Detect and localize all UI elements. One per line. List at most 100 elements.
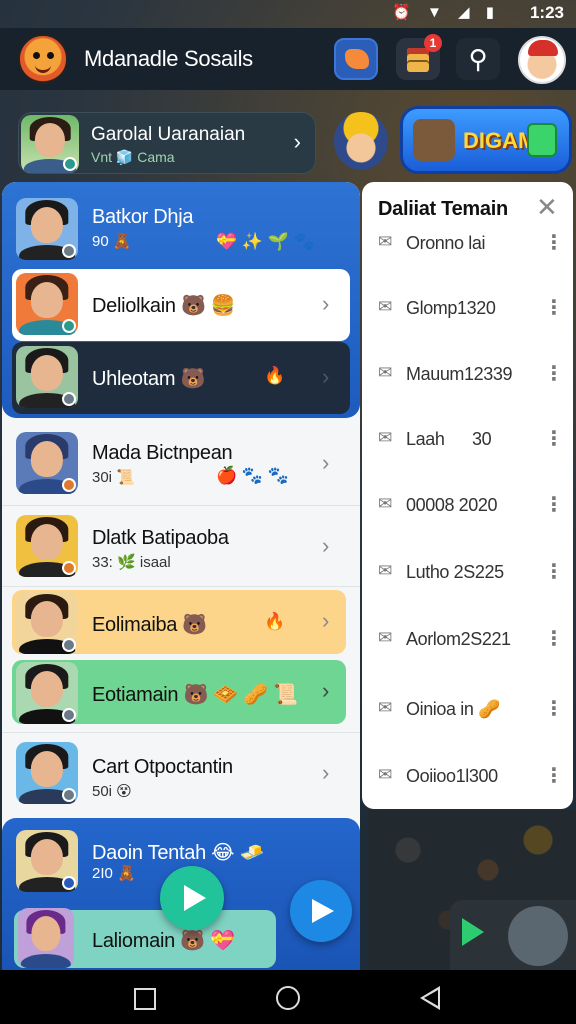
more-icon[interactable]: ⋮ <box>544 696 564 721</box>
chat-emoji: 🔥 <box>264 612 286 631</box>
chat-sub: 2I0 🧸 <box>92 865 136 882</box>
worker-character-icon[interactable] <box>334 112 388 170</box>
friend-label: Lutho 2S225 <box>406 562 504 582</box>
chat-emoji: 💝 ✨ 🌱 🐾 <box>216 232 315 251</box>
game-items-icon <box>413 119 455 161</box>
chat-sub: 50i 😵 <box>92 783 132 800</box>
chat-name: Cart Otpoctantin <box>92 756 233 778</box>
pin-icon[interactable]: ⚲ <box>456 38 500 80</box>
home-icon[interactable] <box>276 986 300 1010</box>
chat-name: Mada Bictnpean <box>92 442 233 464</box>
more-icon[interactable]: ⋮ <box>544 295 564 320</box>
play-store-shortcut[interactable] <box>450 900 576 972</box>
friend-label: Laah 30 <box>406 429 492 449</box>
chat-avatar <box>16 273 78 335</box>
status-time: 1:23 <box>529 3 564 22</box>
chat-name: Eotiamain 🐻 🧇 🥜 📜 <box>92 684 298 706</box>
chevron-right-icon: › <box>322 760 330 785</box>
chat-name: Batkor Dhja <box>92 206 194 228</box>
more-icon[interactable]: ⋮ <box>544 559 564 584</box>
mascot-icon[interactable] <box>508 906 568 966</box>
chat-sub: 33: 🌿 isaal <box>92 554 171 571</box>
chevron-right-icon: › <box>322 608 330 633</box>
friends-button[interactable] <box>334 38 378 80</box>
game-p-icon <box>527 123 557 157</box>
friends-panel: Daliiat Temain ✕ ✉ Oronno lai ⋮ ✉ Glomp1… <box>362 182 573 809</box>
recent-apps-icon[interactable] <box>134 988 156 1010</box>
chat-avatar <box>16 742 78 804</box>
friend-label: Oronno lai <box>406 233 486 253</box>
play-button[interactable] <box>160 866 224 930</box>
more-icon[interactable]: ⋮ <box>544 230 564 255</box>
profile-card[interactable]: Garolal Uaranaian Vnt 🧊 Cama › <box>18 112 316 174</box>
more-icon[interactable]: ⋮ <box>544 361 564 386</box>
friend-item[interactable]: ✉ Aorlom2S221 ⋮ <box>362 620 573 660</box>
mail-icon: ✉ <box>378 232 393 251</box>
chat-avatar <box>16 662 78 724</box>
chat-name: Eolimaiba 🐻 <box>92 614 207 636</box>
friend-label: Mauum12339 <box>406 364 513 384</box>
close-icon[interactable]: ✕ <box>536 192 558 223</box>
app-title: Mdanadle Sosails <box>84 46 253 71</box>
chat-avatar <box>16 198 78 260</box>
chat-name: Uhleotam 🐻 <box>92 368 206 390</box>
chat-sub: 30i 📜 <box>92 469 135 486</box>
friend-item[interactable]: ✉ Mauum12339 ⋮ <box>362 355 573 395</box>
chat-name: Deliolkain 🐻 🍔 <box>92 295 236 317</box>
mail-icon: ✉ <box>378 428 393 447</box>
game-button[interactable]: DIGAMI <box>400 106 572 174</box>
user-avatar[interactable] <box>518 36 566 84</box>
chat-name: Dlatk Batipaoba <box>92 527 229 549</box>
friend-item[interactable]: ✉ Oronno lai ⋮ <box>362 224 573 264</box>
chat-avatar <box>18 908 74 968</box>
friend-item[interactable]: ✉ Ooiioo1l300 ⋮ <box>362 757 573 797</box>
mail-icon: ✉ <box>378 628 393 647</box>
chat-avatar <box>16 432 78 494</box>
play-store-icon <box>462 918 484 946</box>
friend-item[interactable]: ✉ 00008 2020 ⋮ <box>362 486 573 526</box>
chevron-right-icon: › <box>322 291 330 316</box>
friend-item[interactable]: ✉ Oinioa in 🥜 ⋮ <box>362 690 573 730</box>
friend-item[interactable]: ✉ Laah 30 ⋮ <box>362 420 573 460</box>
send-button[interactable] <box>290 880 352 942</box>
chevron-right-icon: › <box>322 364 330 389</box>
chevron-right-icon: › <box>322 678 330 703</box>
chat-list: Batkor Dhja 90 🧸 💝 ✨ 🌱 🐾 Deliolkain 🐻 🍔 … <box>2 182 360 970</box>
friend-label: Glomp1320 <box>406 298 496 318</box>
chevron-right-icon: › <box>322 533 330 558</box>
chevron-right-icon: › <box>293 129 301 154</box>
chat-avatar <box>16 830 78 892</box>
friend-label: 00008 2020 <box>406 495 498 515</box>
chat-emoji: 🍎 🐾 🐾 <box>216 466 289 485</box>
profile-name: Garolal Uaranaian <box>91 124 246 145</box>
chat-avatar <box>16 592 78 654</box>
mail-icon: ✉ <box>378 494 393 513</box>
friend-item[interactable]: ✉ Glomp1320 ⋮ <box>362 289 573 329</box>
notification-badge: 1 <box>424 34 442 52</box>
friend-item[interactable]: ✉ Lutho 2S225 ⋮ <box>362 553 573 593</box>
chevron-right-icon: › <box>322 450 330 475</box>
more-icon[interactable]: ⋮ <box>544 626 564 651</box>
more-icon[interactable]: ⋮ <box>544 763 564 788</box>
mail-icon: ✉ <box>378 698 393 717</box>
more-icon[interactable]: ⋮ <box>544 426 564 451</box>
chat-avatar <box>16 346 78 408</box>
chat-name: Laliomain 🐻 💝 <box>92 930 235 952</box>
status-icons: ⏰ ▼ ◢ ▮ <box>392 4 500 21</box>
more-icon[interactable]: ⋮ <box>544 492 564 517</box>
status-bar: ⏰ ▼ ◢ ▮ 1:23 <box>0 0 576 26</box>
app-logo-icon[interactable] <box>18 34 68 84</box>
mail-icon: ✉ <box>378 765 393 784</box>
mail-icon: ✉ <box>378 363 393 382</box>
profile-avatar <box>21 115 79 173</box>
back-icon[interactable] <box>420 986 440 1010</box>
chat-name: Daoin Tentah 😂 🧈 <box>92 842 265 864</box>
friend-label: Ooiioo1l300 <box>406 766 498 786</box>
mail-icon: ✉ <box>378 297 393 316</box>
friend-label: Oinioa in 🥜 <box>406 699 501 719</box>
chat-emoji: 🔥 <box>264 366 286 385</box>
friends-panel-title: Daliiat Temain <box>378 198 508 220</box>
mail-icon: ✉ <box>378 561 393 580</box>
chat-avatar <box>16 515 78 577</box>
app-header: Mdanadle Sosails 1 ⚲ <box>0 28 576 90</box>
